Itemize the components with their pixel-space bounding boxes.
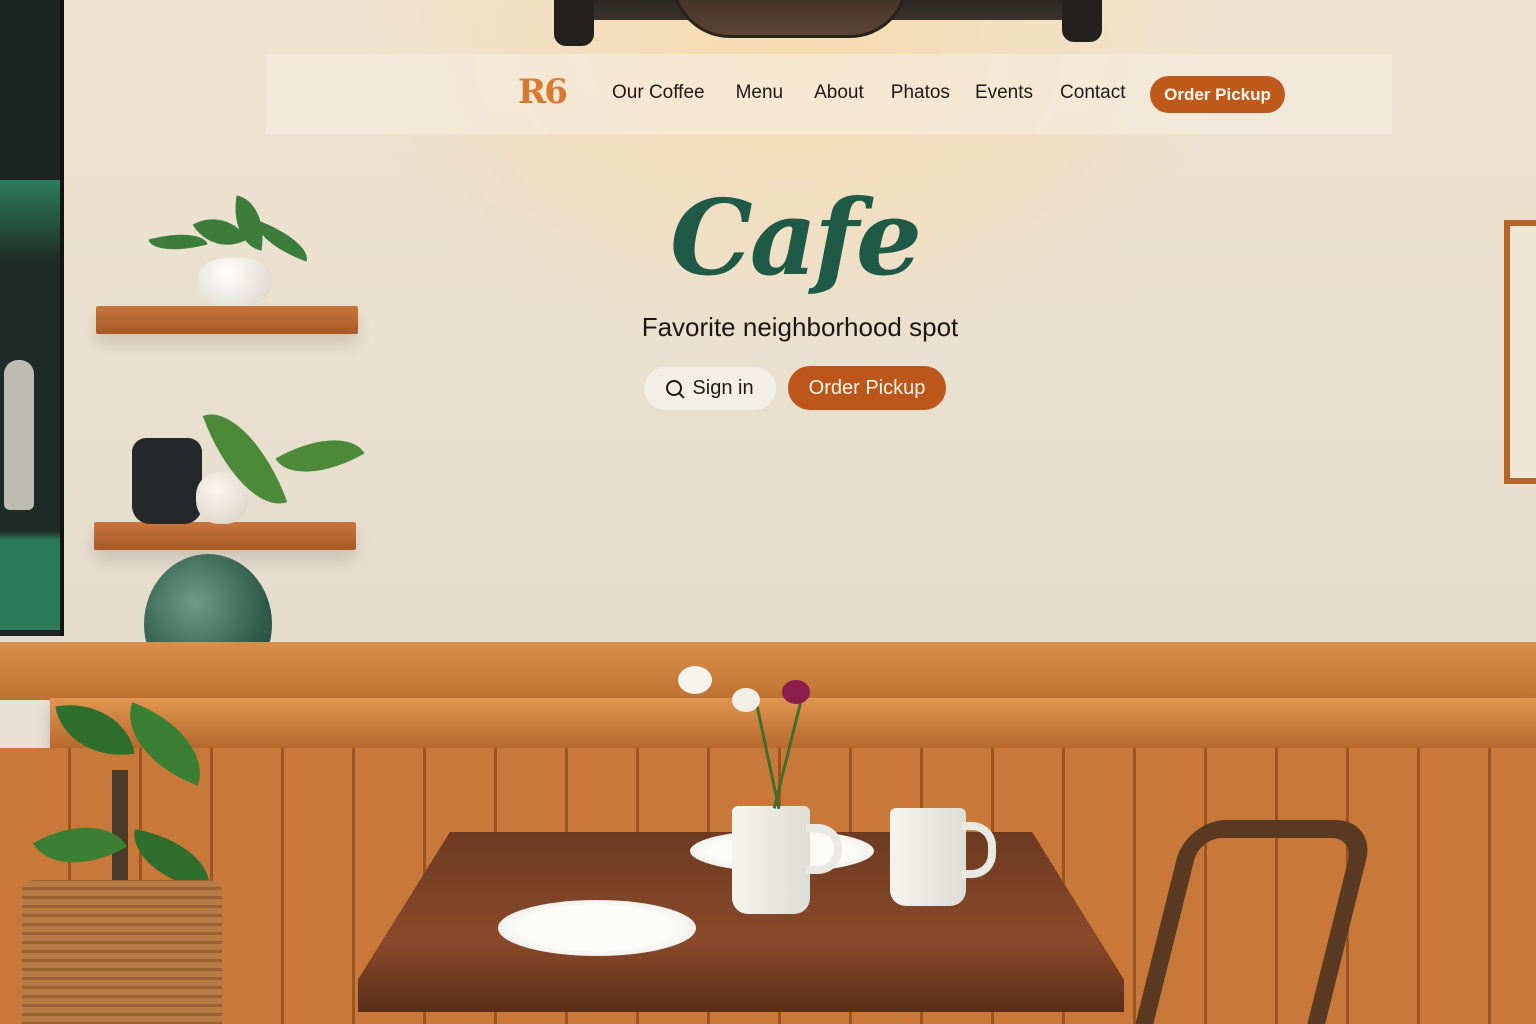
background-photo bbox=[0, 0, 1536, 1024]
plant-pot bbox=[198, 258, 272, 306]
wall-poster bbox=[0, 0, 64, 636]
hero-subtitle: Favorite neighborhood spot bbox=[641, 312, 959, 342]
nav-links: Our Coffee Menu About Phatos Events Cont… bbox=[612, 82, 1126, 104]
white-flower bbox=[732, 688, 760, 712]
ceiling-lamp-left bbox=[554, 0, 594, 46]
black-jug bbox=[132, 438, 202, 524]
hero-title: Cafe bbox=[670, 176, 922, 299]
wicker-basket bbox=[22, 880, 222, 1024]
top-nav: R6 Our Coffee Menu About Phatos Events C… bbox=[266, 54, 1392, 134]
wall-shelf-top bbox=[96, 306, 358, 334]
ceiling-lamp-shade bbox=[672, 0, 908, 38]
sign-in-label: Sign in bbox=[692, 377, 754, 399]
purple-flower bbox=[782, 680, 810, 704]
ceiling-lamp-right bbox=[1062, 0, 1102, 42]
white-flower bbox=[678, 666, 712, 694]
sign-in-button[interactable]: Sign in bbox=[644, 367, 776, 410]
flower-vase-mug bbox=[732, 806, 810, 914]
nav-link-photos[interactable]: Phatos bbox=[891, 82, 950, 104]
nav-link-events[interactable]: Events bbox=[975, 82, 1033, 104]
nav-link-menu[interactable]: Menu bbox=[736, 82, 784, 104]
nav-link-our-coffee[interactable]: Our Coffee bbox=[612, 82, 705, 104]
nav-order-pickup-button[interactable]: Order Pickup bbox=[1150, 76, 1285, 113]
search-icon bbox=[666, 379, 684, 398]
dinner-plate bbox=[498, 900, 696, 956]
brand-logo[interactable]: R6 bbox=[518, 72, 568, 112]
coffee-mug bbox=[890, 808, 966, 906]
poster-sketch bbox=[4, 360, 34, 510]
wainscot-cap bbox=[0, 642, 1536, 700]
plant-trunk bbox=[112, 770, 128, 890]
wall-shelf-bottom bbox=[94, 522, 356, 550]
nav-link-contact[interactable]: Contact bbox=[1060, 82, 1125, 104]
hero-order-pickup-button[interactable]: Order Pickup bbox=[788, 366, 946, 410]
picture-frame bbox=[1504, 220, 1536, 484]
nav-link-about[interactable]: About bbox=[814, 82, 864, 104]
